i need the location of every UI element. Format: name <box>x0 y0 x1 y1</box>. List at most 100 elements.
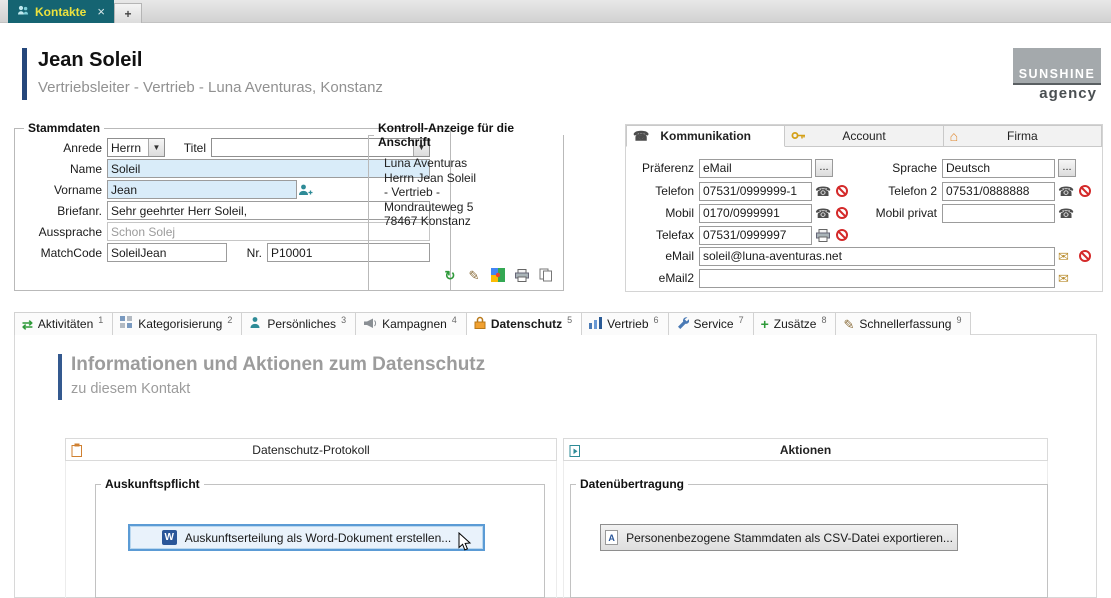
export-csv-button[interactable]: A Personenbezogene Stammdaten als CSV-Da… <box>600 524 958 551</box>
tab-kampagnen[interactable]: Kampagnen 4 <box>356 312 467 335</box>
tab-shortcut-number: 7 <box>739 313 744 325</box>
contact-subtitle: Vertriebsleiter - Vertrieb - Luna Aventu… <box>38 79 383 96</box>
block-icon[interactable] <box>836 185 848 197</box>
tab-label: Account <box>842 129 885 143</box>
logo-line2: agency <box>1039 85 1097 102</box>
tab-kontakte-label: Kontakte <box>35 5 86 19</box>
block-icon[interactable] <box>836 207 848 219</box>
edit-icon[interactable]: ✎ <box>466 267 482 283</box>
chart-icon <box>589 317 602 332</box>
sync-arrows-icon: ⇄ <box>22 318 33 331</box>
panel-datenschutz-protokoll[interactable]: Datenschutz-Protokoll <box>65 438 557 461</box>
tab-shortcut-number: 1 <box>98 313 103 325</box>
header-accent-bar <box>22 48 27 100</box>
address-line: Herrn Jean Soleil <box>384 171 563 186</box>
tab-firma[interactable]: ⌂ Firma <box>944 125 1102 147</box>
contacts-icon <box>17 4 29 19</box>
tab-shortcut-number: 3 <box>341 313 346 325</box>
telefon-field[interactable] <box>699 182 812 201</box>
nr-label: Nr. <box>227 246 267 260</box>
tab-zusaetze[interactable]: + Zusätze 8 <box>754 312 837 335</box>
protocol-icon <box>71 443 84 457</box>
sprache-field[interactable] <box>942 159 1055 178</box>
telefax-field[interactable] <box>699 226 812 245</box>
new-tab-button[interactable]: + <box>114 3 142 23</box>
aussprache-label: Aussprache <box>19 225 107 239</box>
communication-panel: ☎ Kommunikation Account ⌂ Firma Präferen… <box>625 124 1103 292</box>
address-line: 78467 Konstanz <box>384 214 563 229</box>
titel-label: Titel <box>165 141 211 155</box>
tab-label: Firma <box>1007 129 1038 143</box>
mobil-privat-label: Mobil privat <box>857 206 939 220</box>
tab-kommunikation[interactable]: ☎ Kommunikation <box>626 125 785 147</box>
tab-aktivitaeten[interactable]: ⇄ Aktivitäten 1 <box>14 312 113 335</box>
word-icon: W <box>162 530 177 545</box>
plus-icon: + <box>761 317 769 331</box>
telefon-label: Telefon <box>632 184 696 198</box>
close-tab-icon[interactable]: × <box>97 4 105 19</box>
address-line: - Vertrieb - <box>384 185 563 200</box>
praeferenz-browse-button[interactable]: ... <box>815 159 833 177</box>
tab-persoenliches[interactable]: Persönliches 3 <box>242 312 356 335</box>
mobil-privat-field[interactable] <box>942 204 1055 223</box>
datenuebertragung-legend: Datenübertragung <box>576 477 688 491</box>
tab-shortcut-number: 6 <box>654 313 659 325</box>
address-line: Mondrauteweg 5 <box>384 200 563 215</box>
button-label: Personenbezogene Stammdaten als CSV-Date… <box>626 531 953 545</box>
chevron-down-icon[interactable]: ▼ <box>148 139 164 156</box>
dial-phone-icon[interactable]: ☎ <box>815 207 833 220</box>
megaphone-icon <box>363 317 377 332</box>
anrede-select[interactable]: Herrn ▼ <box>107 138 165 157</box>
lock-icon <box>474 316 486 332</box>
address-line: Luna Aventuras <box>384 156 563 171</box>
pencil-icon: ✎ <box>843 318 854 331</box>
matchcode-label: MatchCode <box>19 246 107 260</box>
tab-kontakte[interactable]: Kontakte × <box>8 0 114 23</box>
tab-label: Schnellerfassung <box>859 317 951 331</box>
dial-phone-icon[interactable]: ☎ <box>1058 185 1076 198</box>
dial-phone-icon[interactable]: ☎ <box>815 185 833 198</box>
fax-icon[interactable] <box>815 227 831 243</box>
send-email-icon[interactable]: ✉ <box>1058 272 1076 285</box>
telefon2-field[interactable] <box>942 182 1055 201</box>
button-label: Auskunftserteilung als Word-Dokument ers… <box>185 531 452 545</box>
sprache-browse-button[interactable]: ... <box>1058 159 1076 177</box>
vorname-field[interactable] <box>107 180 297 199</box>
wrench-icon <box>676 316 689 332</box>
auskunftspflicht-legend: Auskunftspflicht <box>101 477 204 491</box>
matchcode-field[interactable] <box>107 243 227 262</box>
mobil-field[interactable] <box>699 204 812 223</box>
tab-label: Kategorisierung <box>138 317 222 331</box>
tab-shortcut-number: 8 <box>821 313 826 325</box>
refresh-icon[interactable]: ↻ <box>442 267 458 283</box>
praeferenz-field[interactable] <box>699 159 812 178</box>
block-icon[interactable] <box>1079 250 1091 262</box>
section-header: Informationen und Aktionen zum Datenschu… <box>58 354 485 400</box>
email-field[interactable] <box>699 247 1055 266</box>
create-word-document-button[interactable]: W Auskunftserteilung als Word-Dokument e… <box>128 524 485 551</box>
briefanrede-label: Briefanr. <box>19 204 107 218</box>
copy-icon[interactable] <box>538 267 554 283</box>
tab-vertrieb[interactable]: Vertrieb 6 <box>582 312 668 335</box>
add-person-icon[interactable] <box>297 182 313 198</box>
print-icon[interactable] <box>514 267 530 283</box>
tab-label: Persönliches <box>267 317 336 331</box>
logo-line1: SUNSHINE <box>1013 67 1101 81</box>
address-preview-legend: Kontroll-Anzeige für die Anschrift <box>374 121 563 149</box>
tab-account[interactable]: Account <box>785 125 943 147</box>
dial-phone-icon[interactable]: ☎ <box>1058 207 1076 220</box>
tab-kategorisierung[interactable]: Kategorisierung 2 <box>113 312 242 335</box>
email2-field[interactable] <box>699 269 1055 288</box>
tab-service[interactable]: Service 7 <box>669 312 754 335</box>
telefax-label: Telefax <box>632 228 696 242</box>
block-icon[interactable] <box>1079 185 1091 197</box>
praeferenz-label: Präferenz <box>632 161 696 175</box>
company-logo: SUNSHINE agency <box>1013 48 1101 103</box>
stammdaten-legend: Stammdaten <box>24 121 104 135</box>
tab-schnellerfassung[interactable]: ✎ Schnellerfassung 9 <box>836 312 971 335</box>
tab-datenschutz[interactable]: Datenschutz 5 <box>467 312 582 335</box>
block-icon[interactable] <box>836 229 848 241</box>
send-email-icon[interactable]: ✉ <box>1058 250 1076 263</box>
map-icon[interactable] <box>490 267 506 283</box>
panel-aktionen[interactable]: Aktionen <box>563 438 1048 461</box>
